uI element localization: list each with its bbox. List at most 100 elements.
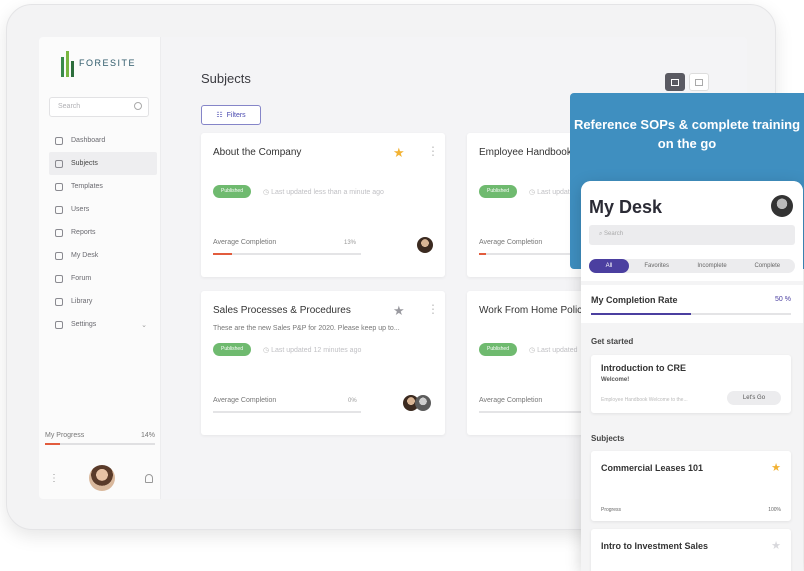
mobile-title: My Desk xyxy=(589,197,663,217)
average-completion-fill xyxy=(479,253,487,255)
progress-bar-fill xyxy=(45,443,61,445)
subjects-heading: Subjects xyxy=(591,434,625,443)
sidebar-search-input[interactable]: Search xyxy=(49,97,149,117)
intro-card[interactable]: Introduction to CRE Welcome! Employee Ha… xyxy=(591,355,791,413)
users-icon xyxy=(55,205,63,214)
card-description: These are the new Sales P&P for 2020. Pl… xyxy=(213,325,400,332)
sidebar-item-my-desk[interactable]: My Desk xyxy=(49,244,157,267)
sidebar-item-subjects[interactable]: Subjects xyxy=(49,152,157,175)
document-icon xyxy=(55,159,63,168)
library-icon xyxy=(55,297,63,306)
sidebar-item-library[interactable]: Library xyxy=(49,290,157,313)
star-icon[interactable]: ★ xyxy=(771,539,781,552)
mobile-header: My Desk ⌕ Search All Favorites Incomplet… xyxy=(581,181,803,281)
sidebar-item-label: My Desk xyxy=(71,252,99,259)
more-vertical-icon[interactable]: ⋮ xyxy=(427,145,439,157)
sidebar-item-forum[interactable]: Forum xyxy=(49,267,157,290)
intro-card-title: Introduction to CRE xyxy=(601,363,686,373)
mobile-tabs: All Favorites Incomplete Complete xyxy=(589,259,795,273)
subject-card[interactable]: Commercial Leases 101 ★ Progress 100% xyxy=(591,451,791,521)
progress-label: My Progress xyxy=(45,432,85,439)
chevron-down-icon: ⌄ xyxy=(141,321,147,329)
tab-complete[interactable]: Complete xyxy=(740,259,795,273)
sidebar-item-label: Templates xyxy=(71,183,103,190)
get-started-heading: Get started xyxy=(591,337,634,346)
card-title: Employee Handbook xyxy=(479,147,572,158)
average-completion-fill xyxy=(213,253,233,255)
subject-card-title: Commercial Leases 101 xyxy=(601,463,704,473)
completion-rate: My Completion Rate 50 % xyxy=(581,285,803,323)
star-icon[interactable]: ★ xyxy=(393,303,405,319)
sidebar-item-reports[interactable]: Reports xyxy=(49,221,157,244)
subject-card[interactable]: About the Company ★ ⋮ Published Last upd… xyxy=(201,133,445,277)
mobile-search-input[interactable]: ⌕ Search xyxy=(589,225,795,245)
tab-favorites[interactable]: Favorites xyxy=(629,259,684,273)
desk-icon xyxy=(55,251,63,260)
my-progress: My Progress 14% xyxy=(45,432,155,445)
sidebar-item-users[interactable]: Users xyxy=(49,198,157,221)
status-badge: Published xyxy=(213,343,251,356)
tab-incomplete[interactable]: Incomplete xyxy=(684,259,739,273)
more-vertical-icon[interactable]: ⋮ xyxy=(427,303,439,315)
list-view-button[interactable] xyxy=(689,73,709,91)
report-icon xyxy=(55,228,63,237)
average-completion-value: 0% xyxy=(348,398,357,404)
avatar[interactable] xyxy=(771,195,793,217)
avatar[interactable] xyxy=(89,465,115,491)
avatar xyxy=(415,395,431,411)
completion-rate-bar xyxy=(591,313,791,315)
progress-value: 100% xyxy=(768,507,781,513)
search-placeholder: Search xyxy=(58,103,81,110)
average-completion-label: Average Completion xyxy=(479,239,543,246)
sidebar: FORESITE Search Dashboard Subjects Templ… xyxy=(39,37,161,499)
sidebar-nav: Dashboard Subjects Templates Users Repor… xyxy=(49,129,157,336)
subject-card[interactable]: Sales Processes & Procedures ★ ⋮ These a… xyxy=(201,291,445,435)
sidebar-item-label: Users xyxy=(71,206,90,213)
sidebar-item-label: Reports xyxy=(71,229,96,236)
filters-button[interactable]: ☷ Filters xyxy=(201,105,261,125)
grid-view-button[interactable] xyxy=(665,73,685,91)
last-updated: Last updated xyxy=(529,346,577,354)
template-icon xyxy=(55,182,63,191)
progress-bar xyxy=(45,443,155,445)
average-completion-value: 13% xyxy=(344,240,357,246)
grid-icon xyxy=(671,78,679,86)
average-completion-label: Average Completion xyxy=(479,397,543,404)
filter-icon: ☷ xyxy=(216,112,223,119)
tab-all[interactable]: All xyxy=(589,259,629,273)
filters-label: Filters xyxy=(226,111,246,119)
star-icon[interactable]: ★ xyxy=(771,461,781,474)
sidebar-item-label: Library xyxy=(71,298,93,305)
average-completion-bar xyxy=(213,411,361,413)
search-placeholder: Search xyxy=(604,231,624,237)
status-badge: Published xyxy=(479,343,517,356)
sidebar-item-label: Dashboard xyxy=(71,137,106,144)
forum-icon xyxy=(55,274,63,283)
average-completion-label: Average Completion xyxy=(213,397,277,404)
gear-icon xyxy=(55,320,63,329)
card-title: Work From Home Polic xyxy=(479,305,583,316)
more-vertical-icon[interactable]: ⋮ xyxy=(49,473,59,484)
avatar xyxy=(417,237,433,253)
average-completion-label: Average Completion xyxy=(213,239,277,246)
sidebar-item-dashboard[interactable]: Dashboard xyxy=(49,129,157,152)
completion-rate-label: My Completion Rate xyxy=(591,295,678,305)
sidebar-item-templates[interactable]: Templates xyxy=(49,175,157,198)
page-title: Subjects xyxy=(201,71,251,86)
lets-go-button[interactable]: Let's Go xyxy=(727,391,781,405)
view-toggle xyxy=(665,73,709,91)
completion-rate-fill xyxy=(591,313,691,315)
bell-icon[interactable] xyxy=(145,473,153,483)
subject-card-title: Intro to Investment Sales xyxy=(601,541,709,551)
promo-text: Reference SOPs & complete training on th… xyxy=(573,117,801,151)
home-icon xyxy=(55,136,63,145)
brand-logo[interactable]: FORESITE xyxy=(59,49,136,77)
sidebar-item-settings[interactable]: Settings ⌄ xyxy=(49,313,157,336)
mobile-my-desk: My Desk ⌕ Search All Favorites Incomplet… xyxy=(581,181,803,571)
sidebar-item-label: Forum xyxy=(71,275,92,282)
star-icon[interactable]: ★ xyxy=(393,145,405,161)
subject-card[interactable]: Intro to Investment Sales ★ xyxy=(591,529,791,571)
logo-icon xyxy=(59,49,75,77)
search-icon xyxy=(134,102,142,110)
progress-label: Progress xyxy=(601,507,622,513)
